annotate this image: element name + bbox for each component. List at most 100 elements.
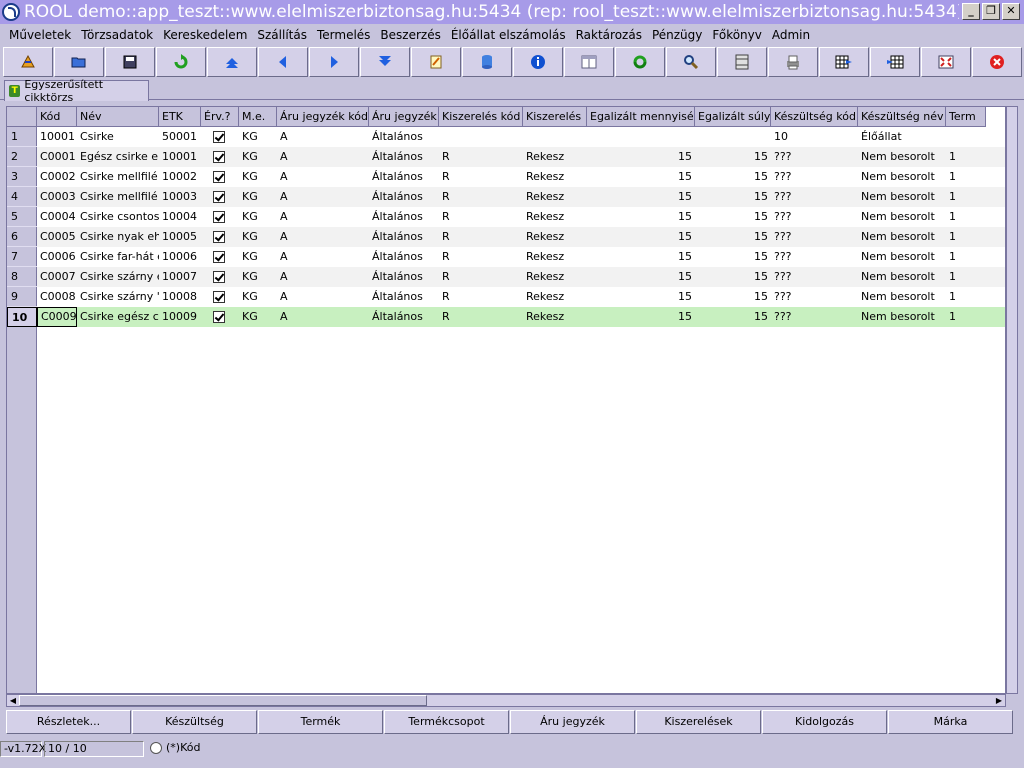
termek-button[interactable]: Termék	[258, 710, 383, 734]
cell-keszultseg-kod[interactable]: ???	[771, 167, 858, 187]
table-row[interactable]: C0006Csirke far-hát eh.10006 KGAÁltalános…	[37, 247, 1005, 267]
cell-nev[interactable]: Csirke mellfilé ''B'' eh.	[77, 187, 159, 207]
sort-radio[interactable]	[150, 742, 162, 754]
column-header-etk[interactable]: ETK	[159, 107, 201, 127]
cell-kiszereles-kod[interactable]: R	[439, 227, 523, 247]
cell-etk[interactable]: 50001	[159, 127, 201, 147]
horizontal-scroll-thumb[interactable]	[19, 695, 427, 706]
cell-egalizalt-mennyiseg[interactable]: 15	[587, 227, 695, 247]
menu-muveletek[interactable]: Műveletek	[4, 28, 76, 42]
save-button[interactable]	[105, 47, 155, 77]
import-button[interactable]	[3, 47, 53, 77]
next-button[interactable]	[309, 47, 359, 77]
ervenyes-checkbox[interactable]	[213, 151, 225, 163]
cell-keszultseg-kod[interactable]: ???	[771, 307, 858, 327]
cell-keszultseg-kod[interactable]: ???	[771, 207, 858, 227]
grid-corner[interactable]	[7, 107, 37, 127]
ervenyes-checkbox[interactable]	[213, 131, 225, 143]
restore-button[interactable]: ❐	[982, 3, 1000, 20]
table-row[interactable]: C0007Csirke szárny eh.10007KGAÁltalánosR…	[37, 267, 1005, 287]
kidolgozas-button[interactable]: Kidolgozás	[762, 710, 887, 734]
menu-beszerzes[interactable]: Beszerzés	[375, 28, 445, 42]
close-button[interactable]: ✕	[1002, 3, 1020, 20]
cell-term[interactable]	[946, 127, 986, 147]
kiszerelesek-button[interactable]: Kiszerelések	[636, 710, 761, 734]
cell-etk[interactable]: 10008	[159, 287, 201, 307]
menu-torzsadatok[interactable]: Törzsadatok	[76, 28, 158, 42]
cell-me[interactable]: KG	[239, 307, 277, 327]
table-row[interactable]: C0008Csirke szárny ''B'' eh.10008 KGAÁlta…	[37, 287, 1005, 307]
cell-keszultseg-nev[interactable]: Élőállat	[858, 127, 946, 147]
cell-kod[interactable]: C0002	[37, 167, 77, 187]
cell-keszultseg-nev[interactable]: Nem besorolt	[858, 147, 946, 167]
undo-button[interactable]	[156, 47, 206, 77]
row-number[interactable]: 9	[7, 287, 37, 307]
row-number[interactable]: 7	[7, 247, 37, 267]
cell-egalizalt-suly[interactable]: 15	[695, 147, 771, 167]
cell-term[interactable]: 1	[946, 167, 986, 187]
cell-kiszereles-kod[interactable]: R	[439, 147, 523, 167]
cell-etk[interactable]: 10003	[159, 187, 201, 207]
menu-raktarozas[interactable]: Raktározás	[571, 28, 647, 42]
table-row[interactable]: C0002Csirke mellfilé eh.10002 KGAÁltaláno…	[37, 167, 1005, 187]
reload-button[interactable]	[615, 47, 665, 77]
marka-button[interactable]: Márka	[888, 710, 1013, 734]
row-number[interactable]: 2	[7, 147, 37, 167]
cell-nev[interactable]: Csirke nyak eh.	[77, 227, 159, 247]
column-header-egalizalt-suly[interactable]: Egalizált súly	[695, 107, 771, 127]
cell-keszultseg-kod[interactable]: ???	[771, 147, 858, 167]
table-row[interactable]: 10001 Csirke 50001 KG A Általános 10 Élőállat	[37, 127, 1005, 147]
cell-kiszereles[interactable]: Rekesz	[523, 207, 587, 227]
cell-kiszereles[interactable]: Rekesz	[523, 147, 587, 167]
cell-kiszereles-kod[interactable]: R	[439, 287, 523, 307]
details-button[interactable]: Részletek...	[6, 710, 131, 734]
cell-me[interactable]: KG	[239, 267, 277, 287]
search-button[interactable]	[666, 47, 716, 77]
ervenyes-checkbox[interactable]	[213, 291, 225, 303]
cell-keszultseg-nev[interactable]: Nem besorolt	[858, 307, 946, 327]
cell-nev[interactable]: Csirke szárny eh.	[77, 267, 159, 287]
column-header-egalizalt-mennyiseg[interactable]: Egalizált mennyiség	[587, 107, 695, 127]
prev-button[interactable]	[258, 47, 308, 77]
cell-kiszereles-kod[interactable]: R	[439, 247, 523, 267]
column-header-keszultseg-kod[interactable]: Készültség kód	[771, 107, 858, 127]
cell-term[interactable]: 1	[946, 287, 986, 307]
cell-aru-jegyzek[interactable]: Általános	[369, 307, 439, 327]
cell-me[interactable]: KG	[239, 207, 277, 227]
horizontal-scrollbar[interactable]: ◀ ▶	[6, 694, 1006, 707]
table-row[interactable]: C0001Egész csirke eh.10001 KGAÁltalánosRR…	[37, 147, 1005, 167]
cell-aru-jegyzek-kod[interactable]: A	[277, 207, 369, 227]
cell-aru-jegyzek-kod[interactable]: A	[277, 227, 369, 247]
cell-egalizalt-suly[interactable]: 15	[695, 227, 771, 247]
cell-aru-jegyzek-kod[interactable]: A	[277, 147, 369, 167]
cell-egalizalt-suly[interactable]: 15	[695, 167, 771, 187]
cell-keszultseg-nev[interactable]: Nem besorolt	[858, 287, 946, 307]
cell-kiszereles-kod[interactable]: R	[439, 207, 523, 227]
termekcsopot-button[interactable]: Termékcsopot	[384, 710, 509, 734]
column-header-nev[interactable]: Név	[77, 107, 159, 127]
cell-me[interactable]: KG	[239, 127, 277, 147]
cell-kiszereles[interactable]: Rekesz	[523, 187, 587, 207]
cell-kod[interactable]: C0003	[37, 187, 77, 207]
cell-term[interactable]: 1	[946, 187, 986, 207]
column-header-me[interactable]: M.e.	[239, 107, 277, 127]
cell-kiszereles[interactable]	[523, 127, 587, 147]
column-header-kiszereles-kod[interactable]: Kiszerelés kód	[439, 107, 523, 127]
cell-egalizalt-mennyiseg[interactable]: 15	[587, 167, 695, 187]
cell-nev[interactable]: Egész csirke eh.	[77, 147, 159, 167]
cell-etk[interactable]: 10001	[159, 147, 201, 167]
cell-egalizalt-mennyiseg[interactable]: 15	[587, 307, 695, 327]
menu-termeles[interactable]: Termelés	[312, 28, 375, 42]
ervenyes-checkbox[interactable]	[213, 271, 225, 283]
row-number[interactable]: 4	[7, 187, 37, 207]
cell-egalizalt-mennyiseg[interactable]: 15	[587, 247, 695, 267]
cell-aru-jegyzek-kod[interactable]: A	[277, 127, 369, 147]
cell-egalizalt-mennyiseg[interactable]: 15	[587, 207, 695, 227]
cell-me[interactable]: KG	[239, 167, 277, 187]
fit-window-button[interactable]	[921, 47, 971, 77]
columns-button[interactable]	[717, 47, 767, 77]
cell-nev[interactable]: Csirke	[77, 127, 159, 147]
first-button[interactable]	[207, 47, 257, 77]
column-header-aru-jegyzek[interactable]: Áru jegyzék	[369, 107, 439, 127]
cell-etk[interactable]: 10006	[159, 247, 201, 267]
